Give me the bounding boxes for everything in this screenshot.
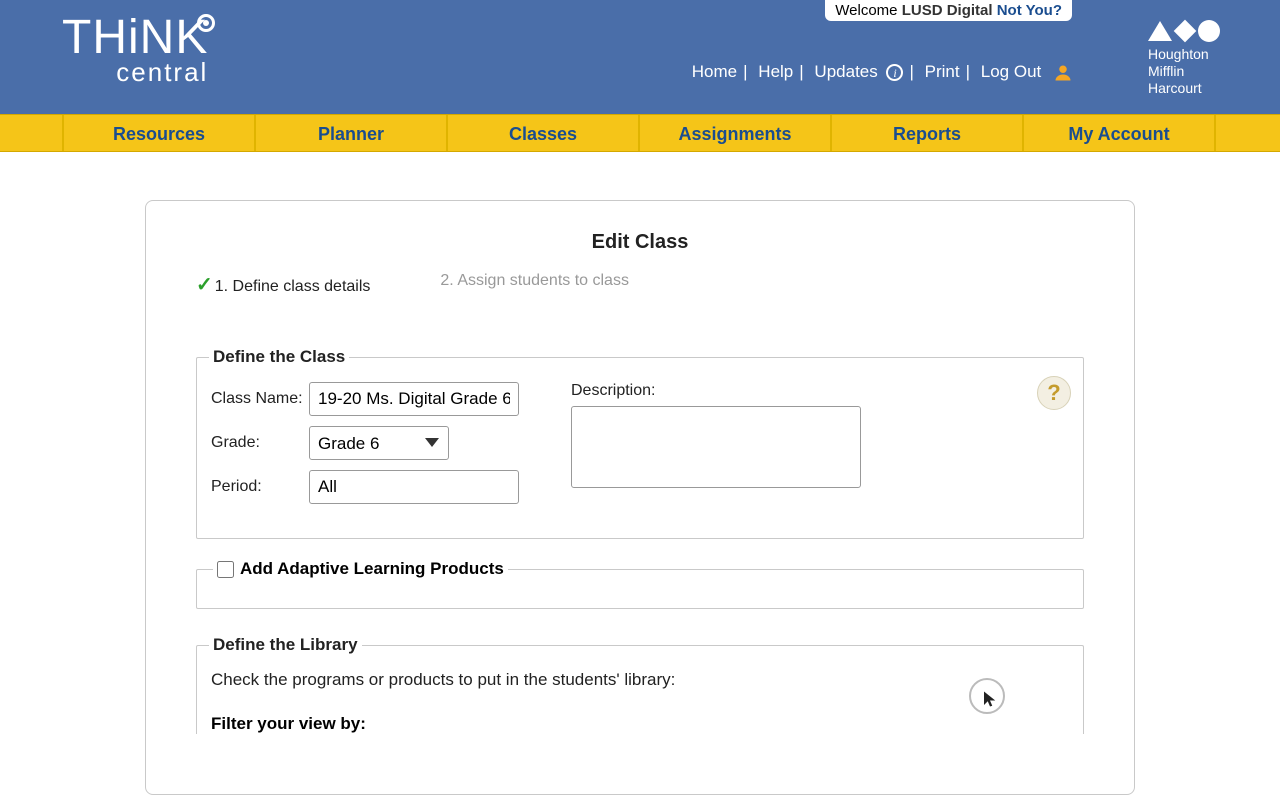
not-you-link[interactable]: Not You? — [997, 2, 1062, 19]
adaptive-checkbox[interactable] — [217, 561, 234, 578]
class-name-label: Class Name: — [211, 390, 309, 408]
nav-spacer — [1216, 115, 1280, 151]
nav-resources[interactable]: Resources — [64, 115, 256, 151]
updates-link[interactable]: Updates — [814, 62, 877, 81]
publisher-logo: Houghton Mifflin Harcourt — [1148, 20, 1220, 96]
nav-spacer — [0, 115, 64, 151]
publisher-line1: Houghton — [1148, 46, 1220, 63]
filter-label: Filter your view by: — [211, 714, 1069, 734]
nav-planner[interactable]: Planner — [256, 115, 448, 151]
fieldset-adaptive: Add Adaptive Learning Products — [196, 569, 1084, 609]
check-icon: ✓ — [196, 274, 213, 296]
publisher-shapes-icon — [1148, 20, 1220, 42]
logout-link[interactable]: Log Out — [981, 62, 1042, 81]
period-label: Period: — [211, 478, 309, 496]
logo-dot-icon — [197, 14, 215, 32]
wizard-steps: ✓1. Define class details 2. Assign stude… — [196, 272, 1084, 297]
description-label: Description: — [571, 382, 1069, 400]
adaptive-label: Add Adaptive Learning Products — [240, 559, 504, 579]
step-2[interactable]: 2. Assign students to class — [440, 272, 629, 297]
header: THiNK central Welcome LUSD Digital Not Y… — [0, 0, 1280, 114]
welcome-prefix: Welcome — [835, 2, 901, 19]
home-link[interactable]: Home — [692, 62, 737, 81]
nav-myaccount[interactable]: My Account — [1024, 115, 1216, 151]
welcome-user: LUSD Digital — [902, 2, 993, 19]
legend-define-class: Define the Class — [209, 347, 349, 367]
fieldset-library: Define the Library Check the programs or… — [196, 645, 1084, 734]
panel-edit-class: Edit Class ✓1. Define class details 2. A… — [145, 200, 1135, 795]
content: Edit Class ✓1. Define class details 2. A… — [0, 152, 1280, 795]
description-textarea[interactable] — [571, 406, 861, 488]
nav-reports[interactable]: Reports — [832, 115, 1024, 151]
print-link[interactable]: Print — [925, 62, 960, 81]
info-icon[interactable]: i — [886, 64, 903, 81]
step-1-label: 1. Define class details — [215, 278, 371, 295]
library-intro: Check the programs or products to put in… — [211, 670, 1069, 690]
legend-library: Define the Library — [209, 635, 362, 655]
grade-label: Grade: — [211, 434, 309, 452]
class-name-input[interactable] — [309, 382, 519, 416]
person-icon[interactable] — [1054, 64, 1072, 82]
logo[interactable]: THiNK central — [62, 10, 208, 88]
step-1[interactable]: ✓1. Define class details — [196, 272, 370, 297]
publisher-line2: Mifflin — [1148, 63, 1220, 80]
grade-select[interactable]: Grade 6 — [309, 426, 449, 460]
help-link[interactable]: Help — [758, 62, 793, 81]
page-title: Edit Class — [196, 231, 1084, 254]
nav-classes[interactable]: Classes — [448, 115, 640, 151]
welcome-box: Welcome LUSD Digital Not You? — [825, 0, 1072, 21]
help-button[interactable]: ? — [1037, 376, 1071, 410]
period-input[interactable] — [309, 470, 519, 504]
nav-bar: Resources Planner Classes Assignments Re… — [0, 114, 1280, 152]
top-links: Home| Help| Updates i| Print| Log Out — [692, 62, 1072, 82]
fieldset-define-class: Define the Class ? Class Name: Grade: Gr… — [196, 357, 1084, 539]
publisher-line3: Harcourt — [1148, 80, 1220, 97]
nav-assignments[interactable]: Assignments — [640, 115, 832, 151]
